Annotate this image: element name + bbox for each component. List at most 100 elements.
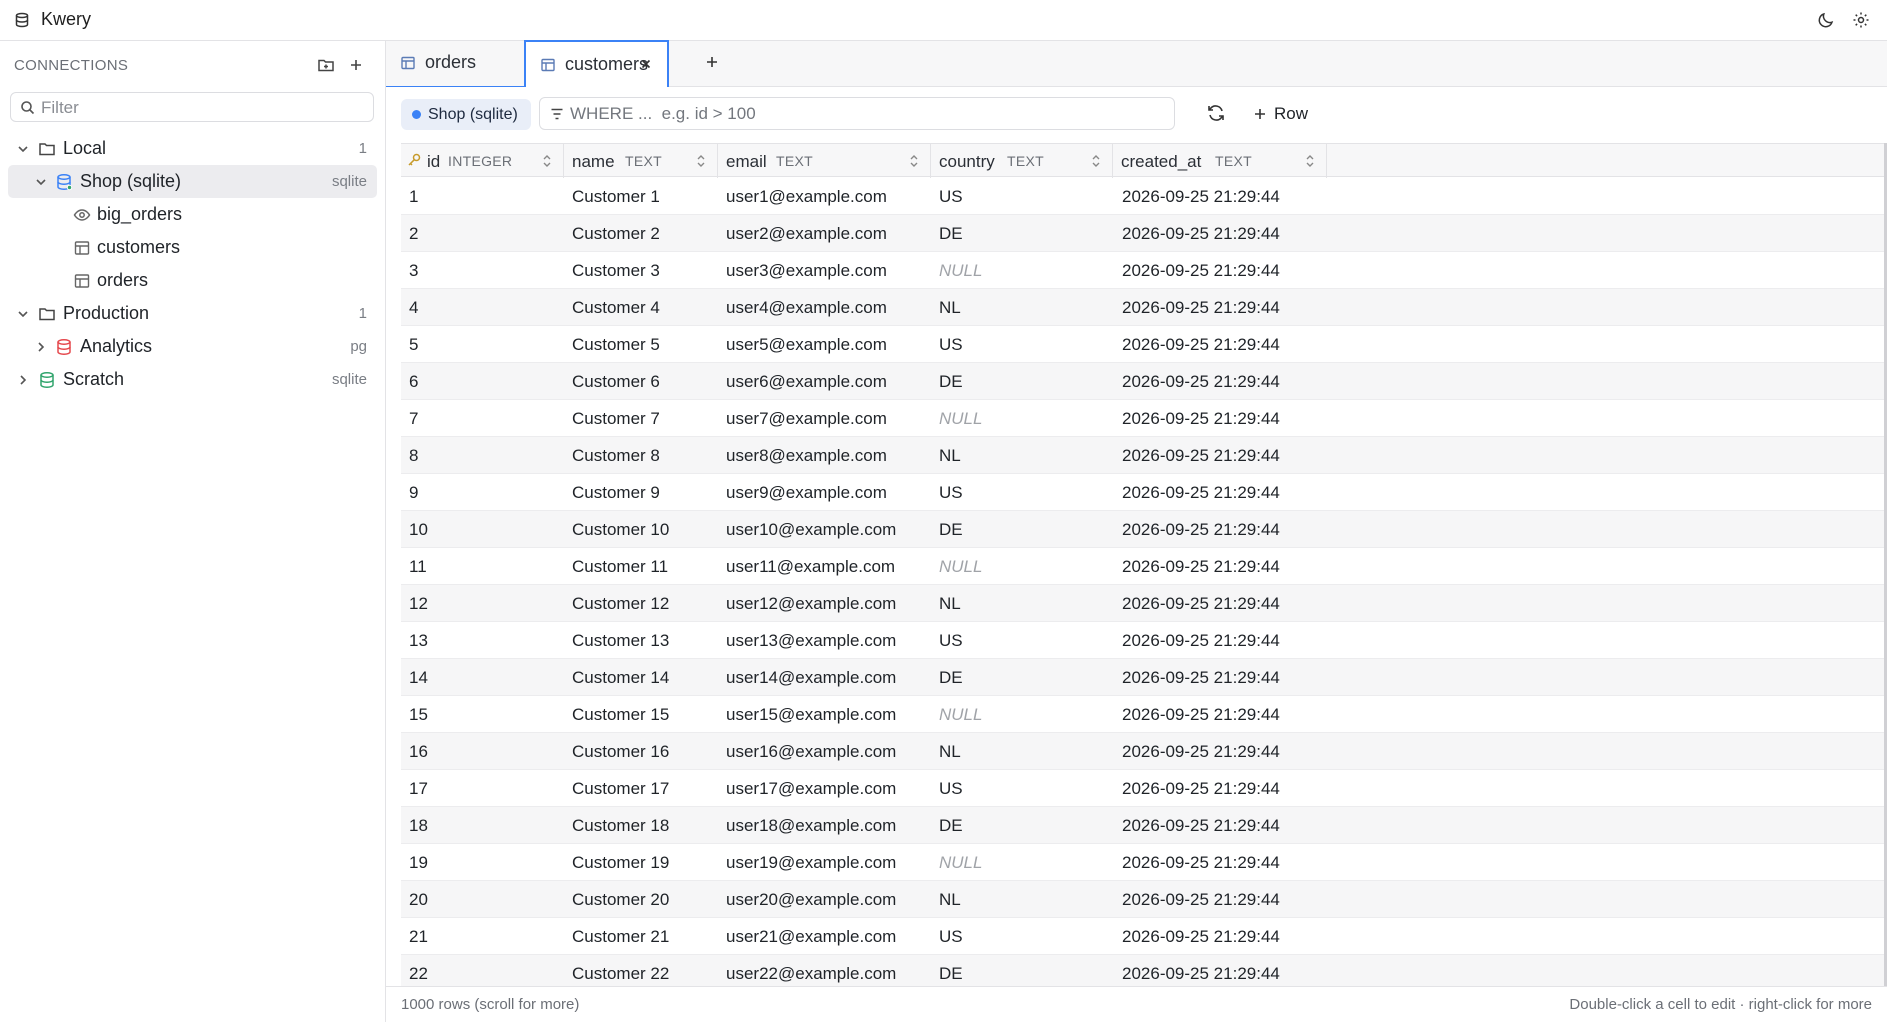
cell-name[interactable]: Customer 17	[572, 779, 669, 799]
sort-icon[interactable]	[695, 154, 707, 168]
table-row[interactable]: 17 Customer 17 user17@example.com US 2026-09…	[401, 770, 1887, 807]
chevron-down-icon[interactable]	[16, 307, 30, 321]
table-row[interactable]: 9 Customer 9 user9@example.com US 2026-09-25…	[401, 474, 1887, 511]
cell-country[interactable]: NULL	[939, 853, 982, 873]
table-row[interactable]: 2 Customer 2 user2@example.com DE 2026-09-25…	[401, 215, 1887, 252]
table-row[interactable]: 8 Customer 8 user8@example.com NL 2026-09-25…	[401, 437, 1887, 474]
cell-country[interactable]: US	[939, 631, 963, 651]
cell-created-at[interactable]: 2026-09-25 21:29:44	[1122, 261, 1280, 281]
cell-country[interactable]: US	[939, 187, 963, 207]
cell-country[interactable]: US	[939, 927, 963, 947]
cell-email[interactable]: user12@example.com	[726, 594, 896, 614]
cell-name[interactable]: Customer 1	[572, 187, 660, 207]
cell-created-at[interactable]: 2026-09-25 21:29:44	[1122, 409, 1280, 429]
cell-country[interactable]: NULL	[939, 261, 982, 281]
cell-country[interactable]: DE	[939, 668, 963, 688]
cell-created-at[interactable]: 2026-09-25 21:29:44	[1122, 705, 1280, 725]
add-connection-icon[interactable]	[347, 56, 367, 76]
cell-email[interactable]: user1@example.com	[726, 187, 887, 207]
settings-gear-icon[interactable]	[1852, 11, 1872, 31]
cell-email[interactable]: user2@example.com	[726, 224, 887, 244]
table-row[interactable]: 21 Customer 21 user21@example.com US 2026-09…	[401, 918, 1887, 955]
tree-view-big-orders[interactable]: big_orders	[8, 198, 377, 231]
cell-id[interactable]: 21	[409, 927, 428, 947]
cell-country[interactable]: US	[939, 483, 963, 503]
cell-country[interactable]: DE	[939, 372, 963, 392]
new-tab-plus-icon[interactable]	[703, 53, 723, 73]
where-input[interactable]	[570, 102, 1165, 126]
cell-created-at[interactable]: 2026-09-25 21:29:44	[1122, 224, 1280, 244]
cell-email[interactable]: user8@example.com	[726, 446, 887, 466]
cell-created-at[interactable]: 2026-09-25 21:29:44	[1122, 594, 1280, 614]
cell-name[interactable]: Customer 7	[572, 409, 660, 429]
cell-name[interactable]: Customer 21	[572, 927, 669, 947]
cell-name[interactable]: Customer 8	[572, 446, 660, 466]
table-row[interactable]: 5 Customer 5 user5@example.com US 2026-09-25…	[401, 326, 1887, 363]
cell-name[interactable]: Customer 12	[572, 594, 669, 614]
cell-created-at[interactable]: 2026-09-25 21:29:44	[1122, 520, 1280, 540]
cell-name[interactable]: Customer 13	[572, 631, 669, 651]
table-row[interactable]: 4 Customer 4 user4@example.com NL 2026-09-25…	[401, 289, 1887, 326]
cell-id[interactable]: 20	[409, 890, 428, 910]
cell-name[interactable]: Customer 11	[572, 557, 668, 577]
tree-table-orders[interactable]: orders	[8, 264, 377, 297]
cell-name[interactable]: Customer 20	[572, 890, 669, 910]
refresh-icon[interactable]	[1206, 103, 1228, 125]
sort-icon[interactable]	[908, 154, 920, 168]
cell-created-at[interactable]: 2026-09-25 21:29:44	[1122, 927, 1280, 947]
cell-id[interactable]: 19	[409, 853, 428, 873]
cell-id[interactable]: 1	[409, 187, 418, 207]
cell-created-at[interactable]: 2026-09-25 21:29:44	[1122, 816, 1280, 836]
cell-created-at[interactable]: 2026-09-25 21:29:44	[1122, 187, 1280, 207]
cell-created-at[interactable]: 2026-09-25 21:29:44	[1122, 372, 1280, 392]
tab-orders[interactable]: orders	[386, 41, 524, 87]
cell-id[interactable]: 11	[409, 557, 427, 577]
table-row[interactable]: 22 Customer 22 user22@example.com DE 2026-09…	[401, 955, 1887, 986]
cell-email[interactable]: user7@example.com	[726, 409, 887, 429]
cell-country[interactable]: NL	[939, 446, 961, 466]
cell-email[interactable]: user22@example.com	[726, 964, 896, 984]
chevron-down-icon[interactable]	[34, 175, 48, 189]
sort-icon[interactable]	[541, 154, 553, 168]
cell-id[interactable]: 2	[409, 224, 418, 244]
cell-email[interactable]: user21@example.com	[726, 927, 896, 947]
table-row[interactable]: 3 Customer 3 user3@example.com NULL 2026-09-…	[401, 252, 1887, 289]
cell-id[interactable]: 16	[409, 742, 428, 762]
cell-email[interactable]: user17@example.com	[726, 779, 896, 799]
table-row[interactable]: 11 Customer 11 user11@example.com NULL 2026-…	[401, 548, 1887, 585]
table-row[interactable]: 20 Customer 20 user20@example.com NL 2026-09…	[401, 881, 1887, 918]
table-row[interactable]: 7 Customer 7 user7@example.com NULL 2026-09-…	[401, 400, 1887, 437]
table-row[interactable]: 18 Customer 18 user18@example.com DE 2026-09…	[401, 807, 1887, 844]
cell-country[interactable]: US	[939, 779, 963, 799]
cell-id[interactable]: 18	[409, 816, 428, 836]
cell-country[interactable]: NL	[939, 890, 961, 910]
cell-created-at[interactable]: 2026-09-25 21:29:44	[1122, 779, 1280, 799]
tree-table-customers[interactable]: customers	[8, 231, 377, 264]
tree-connection-shop[interactable]: Shop (sqlite) sqlite	[8, 165, 377, 198]
table-row[interactable]: 1 Customer 1 user1@example.com US 2026-09-25…	[401, 178, 1887, 215]
column-header-name[interactable]: name TEXT	[564, 144, 718, 178]
cell-country[interactable]: DE	[939, 964, 963, 984]
cell-created-at[interactable]: 2026-09-25 21:29:44	[1122, 298, 1280, 318]
where-filter-field[interactable]	[539, 97, 1175, 130]
cell-name[interactable]: Customer 10	[572, 520, 669, 540]
cell-email[interactable]: user19@example.com	[726, 853, 896, 873]
column-header-created-at[interactable]: created_at TEXT	[1113, 144, 1327, 178]
cell-email[interactable]: user4@example.com	[726, 298, 887, 318]
cell-created-at[interactable]: 2026-09-25 21:29:44	[1122, 890, 1280, 910]
table-row[interactable]: 10 Customer 10 user10@example.com DE 2026-09…	[401, 511, 1887, 548]
table-row[interactable]: 14 Customer 14 user14@example.com DE 2026-09…	[401, 659, 1887, 696]
cell-created-at[interactable]: 2026-09-25 21:29:44	[1122, 557, 1280, 577]
cell-email[interactable]: user14@example.com	[726, 668, 896, 688]
cell-email[interactable]: user20@example.com	[726, 890, 896, 910]
sort-icon[interactable]	[1304, 154, 1316, 168]
cell-created-at[interactable]: 2026-09-25 21:29:44	[1122, 483, 1280, 503]
chevron-right-icon[interactable]	[16, 373, 30, 387]
table-row[interactable]: 13 Customer 13 user13@example.com US 2026-09…	[401, 622, 1887, 659]
cell-name[interactable]: Customer 2	[572, 224, 660, 244]
cell-name[interactable]: Customer 3	[572, 261, 660, 281]
cell-name[interactable]: Customer 18	[572, 816, 669, 836]
cell-country[interactable]: NL	[939, 742, 961, 762]
cell-id[interactable]: 9	[409, 483, 418, 503]
cell-id[interactable]: 5	[409, 335, 418, 355]
